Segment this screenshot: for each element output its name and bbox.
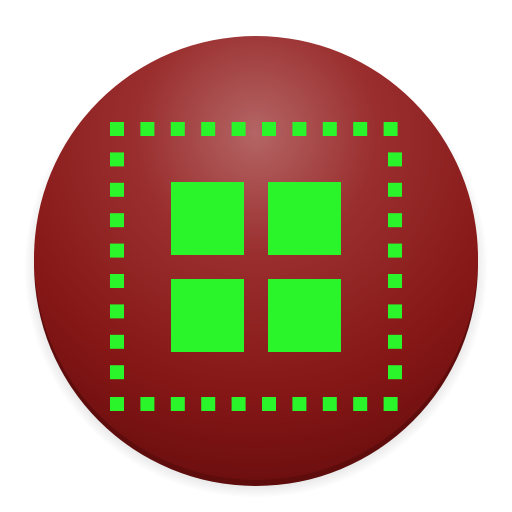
frame-dash-right [388,152,402,167]
frame-dash-bottom [170,397,185,411]
frame-dash-right [388,304,402,319]
frame-dash-left [110,243,124,258]
frame-dash-top [292,122,307,136]
frame-dash-right [388,243,402,258]
badge-circle [34,36,478,480]
icon-canvas [0,0,512,512]
frame-dash-bottom [231,397,246,411]
frame-dash-right [388,334,402,349]
grid-block [268,182,341,255]
frame-dash-top [262,122,276,136]
app-icon[interactable] [0,0,512,512]
frame-dash-bottom [353,397,368,411]
frame-dash-right [388,182,402,197]
frame-dash-bottom [201,397,216,411]
frame-dash-bottom [383,397,398,411]
frame-dash-left [110,334,124,349]
frame-dash-bottom [110,397,124,411]
frame-dash-right [388,213,402,228]
frame-dash-bottom [292,397,307,411]
frame-dash-left [110,365,124,380]
frame-dash-bottom [262,397,276,411]
grid-block [268,279,341,352]
frame-dash-top [170,122,185,136]
frame-dash-left [110,182,124,197]
frame-dash-right [388,274,402,288]
frame-dash-bottom [322,397,337,411]
frame-dash-left [110,213,124,228]
frame-dash-top [140,122,155,136]
frame-dash-left [110,152,124,167]
frame-dash-top [353,122,368,136]
grid-block [171,182,244,255]
frame-dash-top [322,122,337,136]
badge-svg [24,36,488,498]
frame-dash-left [110,274,124,288]
frame-dash-top [383,122,398,136]
frame-dash-top [201,122,216,136]
frame-dash-right [388,365,402,380]
frame-dash-top [231,122,246,136]
frame-dash-top [110,122,124,136]
frame-dash-left [110,304,124,319]
grid-block [171,279,244,352]
frame-dash-bottom [140,397,155,411]
